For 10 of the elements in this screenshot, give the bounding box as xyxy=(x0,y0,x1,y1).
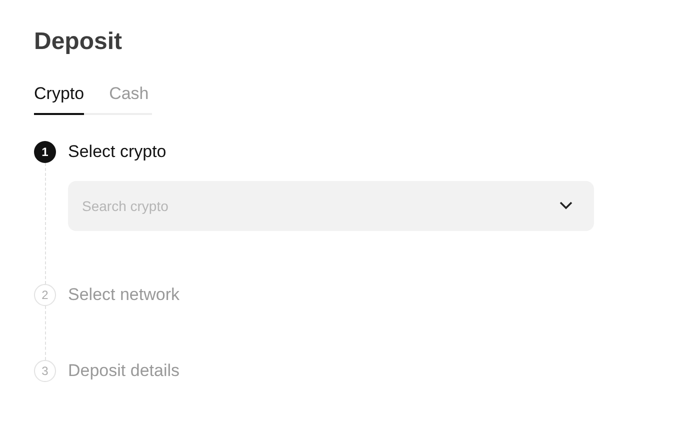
step-label: Select crypto xyxy=(68,141,168,163)
step-number: 2 xyxy=(34,284,56,306)
tab[interactable]: Crypto xyxy=(34,84,84,115)
step-label: Deposit details xyxy=(68,360,181,382)
chevron-down-icon[interactable] xyxy=(559,201,573,210)
page-title: Deposit xyxy=(34,28,124,56)
step-number: 3 xyxy=(34,360,56,382)
search-field[interactable]: Search crypto xyxy=(68,181,594,231)
step-number: 1 xyxy=(34,141,56,163)
step-label: Select network xyxy=(68,284,180,306)
